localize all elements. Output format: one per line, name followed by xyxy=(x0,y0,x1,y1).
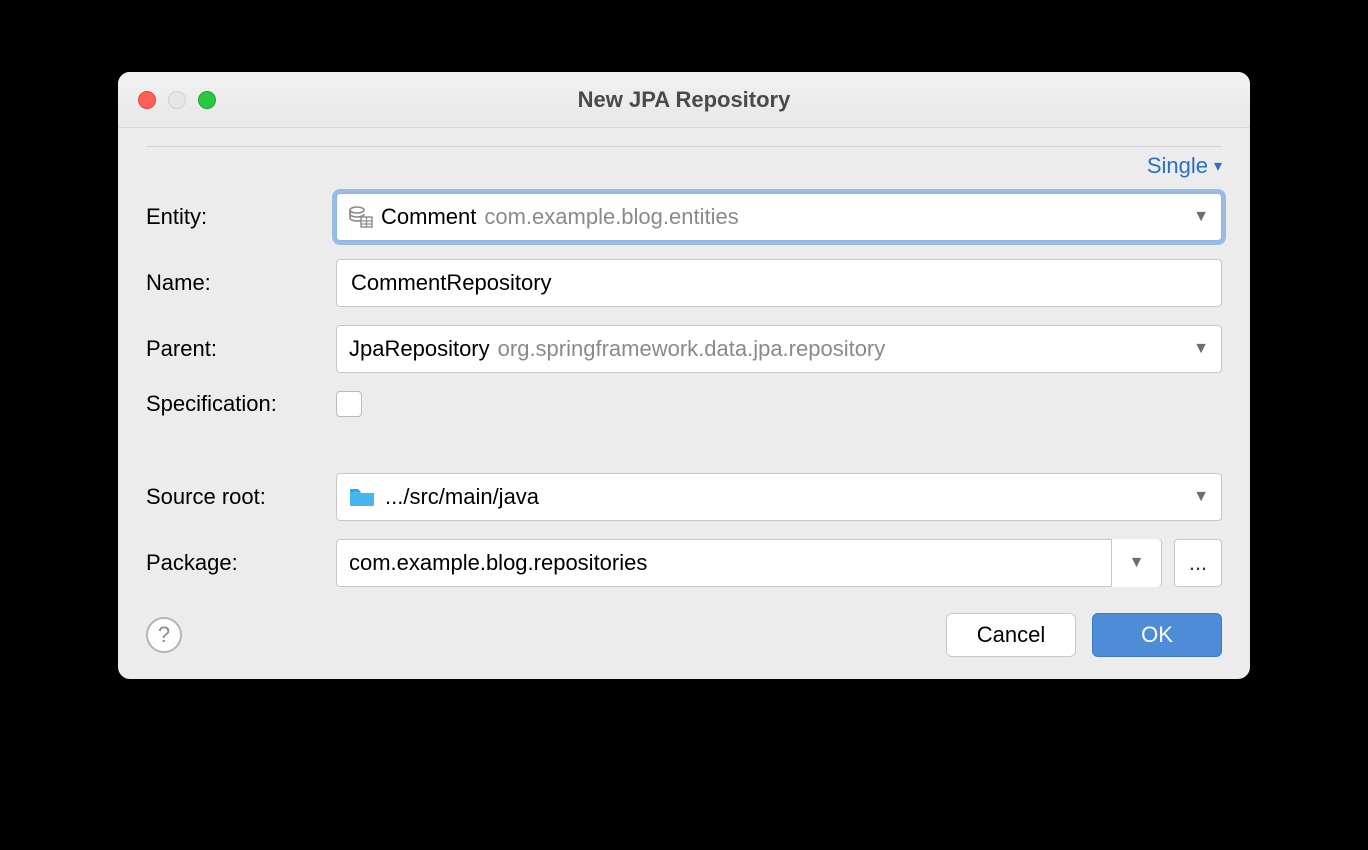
package-label: Package: xyxy=(146,550,336,576)
help-icon: ? xyxy=(158,622,170,648)
parent-label: Parent: xyxy=(146,336,336,362)
folder-icon xyxy=(349,487,375,507)
entity-label: Entity: xyxy=(146,204,336,230)
entity-field[interactable]: Comment com.example.blog.entities ▼ xyxy=(336,193,1222,241)
chevron-down-icon: ▼ xyxy=(1193,488,1209,506)
package-browse-button[interactable]: ... xyxy=(1174,539,1222,587)
database-entity-icon xyxy=(349,206,373,228)
mode-label: Single xyxy=(1147,153,1208,179)
name-field[interactable] xyxy=(336,259,1222,307)
dialog-title: New JPA Repository xyxy=(118,87,1250,113)
parent-field[interactable]: JpaRepository org.springframework.data.j… xyxy=(336,325,1222,373)
help-button[interactable]: ? xyxy=(146,617,182,653)
chevron-down-icon: ▼ xyxy=(1129,554,1145,572)
specification-label: Specification: xyxy=(146,391,336,417)
specification-checkbox[interactable] xyxy=(336,391,362,417)
entity-value: Comment xyxy=(381,204,476,230)
chevron-down-icon: ▼ xyxy=(1193,340,1209,358)
parent-package: org.springframework.data.jpa.repository xyxy=(498,336,886,362)
source-root-label: Source root: xyxy=(146,484,336,510)
titlebar: New JPA Repository xyxy=(118,72,1250,128)
package-field[interactable]: com.example.blog.repositories ▼ xyxy=(336,539,1162,587)
cancel-button[interactable]: Cancel xyxy=(946,613,1076,657)
name-label: Name: xyxy=(146,270,336,296)
source-root-field[interactable]: .../src/main/java ▼ xyxy=(336,473,1222,521)
entity-package: com.example.blog.entities xyxy=(484,204,738,230)
ellipsis-icon: ... xyxy=(1189,550,1207,576)
new-jpa-repository-dialog: New JPA Repository Single ▾ Entity: xyxy=(118,72,1250,679)
mode-selector[interactable]: Single ▾ xyxy=(1147,153,1222,179)
parent-value: JpaRepository xyxy=(349,336,490,362)
name-input[interactable] xyxy=(349,269,1209,297)
ok-button[interactable]: OK xyxy=(1092,613,1222,657)
package-value: com.example.blog.repositories xyxy=(349,550,1111,576)
package-dropdown-button[interactable]: ▼ xyxy=(1111,539,1161,587)
chevron-down-icon: ▾ xyxy=(1214,156,1222,176)
source-root-value: .../src/main/java xyxy=(385,484,539,510)
chevron-down-icon: ▼ xyxy=(1193,208,1209,226)
